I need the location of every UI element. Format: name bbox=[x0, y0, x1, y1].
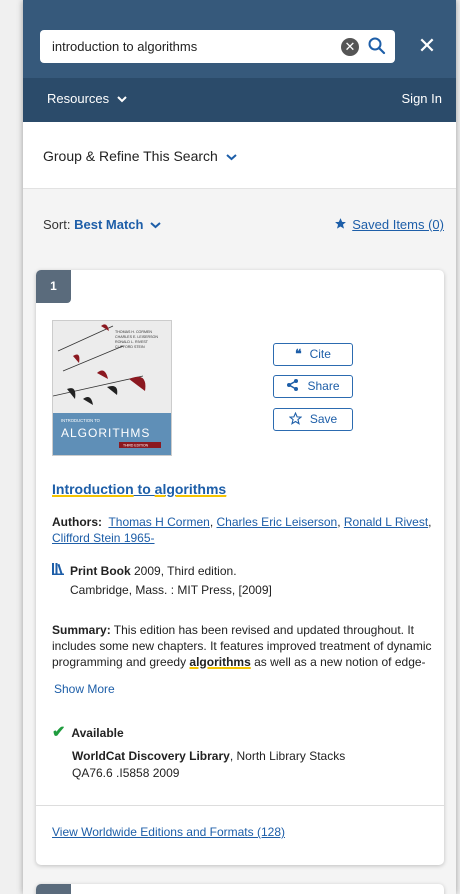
cover-author-1: THOMAS H. CORMEN bbox=[115, 330, 152, 334]
format-type: Print Book bbox=[70, 564, 131, 578]
resources-label: Resources bbox=[47, 91, 110, 106]
library-location: , North Library Stacks bbox=[229, 749, 346, 763]
summary-highlight: algorithms bbox=[189, 655, 251, 669]
search-input[interactable] bbox=[52, 30, 322, 63]
cover-author-2: CHARLES E. LEISERSON bbox=[115, 335, 158, 339]
next-result-badge bbox=[36, 884, 71, 894]
refine-search-bar: Group & Refine This Search bbox=[23, 122, 456, 189]
chevron-down-icon bbox=[226, 154, 237, 161]
saved-items-link[interactable]: Saved Items (0) bbox=[334, 217, 444, 232]
author-link-1[interactable]: Thomas H Cormen bbox=[108, 515, 209, 529]
sort-bar: Sort: Best Match Saved Items (0) bbox=[23, 189, 456, 261]
share-icon bbox=[287, 379, 299, 391]
search-box: ✕ bbox=[40, 30, 395, 63]
cover-edition: THIRD EDITION bbox=[123, 444, 149, 448]
cover-big-title: ALGORITHMS bbox=[61, 426, 150, 440]
summary-text: Summary: This edition has been revised a… bbox=[52, 622, 436, 670]
cover-author-3: RONALD L. RIVEST bbox=[115, 340, 149, 344]
library-holding: WorldCat Discovery Library, North Librar… bbox=[72, 748, 345, 782]
clear-icon[interactable]: ✕ bbox=[341, 38, 359, 56]
card-divider bbox=[36, 805, 444, 806]
format-line: Print Book 2009, Third edition. bbox=[52, 562, 237, 580]
saved-items-label: Saved Items (0) bbox=[352, 217, 444, 232]
authors-line: Authors: Thomas H Cormen, Charles Eric L… bbox=[52, 515, 432, 545]
chevron-down-icon bbox=[150, 222, 161, 229]
checkmark-icon: ✔ bbox=[52, 724, 66, 741]
refine-search-toggle[interactable]: Group & Refine This Search bbox=[43, 148, 237, 164]
cover-small-title: INTRODUCTION TO bbox=[61, 418, 101, 423]
availability-status: ✔ Available bbox=[52, 722, 124, 742]
summary-part-2: as well as a new notion of edge- bbox=[250, 655, 426, 669]
cite-button[interactable]: ❝ Cite bbox=[273, 343, 353, 366]
star-outline-icon bbox=[288, 411, 303, 425]
save-button[interactable]: Save bbox=[273, 408, 353, 431]
book-cover-image[interactable]: THOMAS H. CORMEN CHARLES E. LEISERSON RO… bbox=[52, 320, 172, 456]
format-detail: 2009, Third edition. bbox=[130, 564, 237, 578]
sort-label: Sort: bbox=[43, 217, 71, 232]
close-search-button[interactable]: ✕ bbox=[414, 32, 440, 60]
title-word-2: to bbox=[133, 481, 155, 497]
cover-art: THOMAS H. CORMEN CHARLES E. LEISERSON RO… bbox=[53, 321, 171, 455]
result-number-badge: 1 bbox=[36, 270, 71, 303]
availability-label: Available bbox=[71, 726, 124, 740]
cite-label: Cite bbox=[309, 347, 331, 361]
author-link-3[interactable]: Ronald L Rivest bbox=[344, 515, 428, 529]
sign-in-link[interactable]: Sign In bbox=[402, 91, 442, 106]
refine-label: Group & Refine This Search bbox=[43, 148, 218, 164]
author-link-2[interactable]: Charles Eric Leiserson bbox=[217, 515, 338, 529]
title-word-1: Introduction bbox=[52, 481, 134, 497]
library-name: WorldCat Discovery Library bbox=[72, 749, 230, 763]
app-frame: ✕ ✕ Resources Sign In Group & Refine Thi… bbox=[23, 0, 456, 894]
nav-bar: Resources Sign In bbox=[23, 78, 456, 122]
save-label: Save bbox=[309, 412, 338, 426]
sort-control[interactable]: Sort: Best Match bbox=[43, 217, 161, 232]
result-title-link[interactable]: Introduction to algorithms bbox=[52, 481, 226, 497]
authors-label: Authors: bbox=[52, 515, 102, 529]
quote-icon: ❝ bbox=[295, 347, 302, 361]
author-link-4[interactable]: Clifford Stein 1965- bbox=[52, 531, 155, 545]
search-icon[interactable] bbox=[367, 36, 387, 56]
worldwide-editions-link[interactable]: View Worldwide Editions and Formats (128… bbox=[52, 825, 285, 839]
resources-menu[interactable]: Resources bbox=[47, 91, 127, 106]
share-button[interactable]: Share bbox=[273, 375, 353, 398]
sort-value: Best Match bbox=[74, 217, 144, 232]
call-number: QA76.6 .I5858 2009 bbox=[72, 766, 180, 780]
summary-label: Summary: bbox=[52, 623, 111, 637]
search-header: ✕ ✕ bbox=[23, 0, 456, 78]
next-result-card bbox=[36, 884, 444, 894]
title-word-3: algorithms bbox=[154, 481, 227, 497]
cover-author-4: CLIFFORD STEIN bbox=[115, 345, 145, 349]
chevron-down-icon bbox=[117, 96, 127, 103]
result-card: 1 THOMAS H. CORMEN CHARLES E. LEISERSON … bbox=[36, 270, 444, 865]
star-icon bbox=[335, 218, 347, 229]
show-more-link[interactable]: Show More bbox=[54, 682, 115, 696]
publisher-info: Cambridge, Mass. : MIT Press, [2009] bbox=[70, 583, 272, 597]
book-icon bbox=[52, 562, 64, 580]
share-label: Share bbox=[307, 379, 340, 393]
